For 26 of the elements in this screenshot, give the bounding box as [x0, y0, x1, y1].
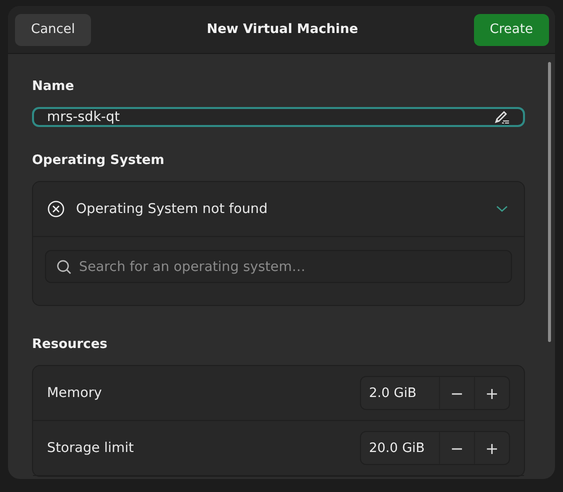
- create-button[interactable]: Create: [474, 14, 549, 46]
- search-field[interactable]: Search for an operating system…: [45, 250, 512, 283]
- placeholder-text: Search for an operating system…: [79, 258, 306, 274]
- resource-label: Memory: [47, 385, 102, 401]
- edit-icon: [494, 109, 510, 125]
- window-title: New Virtual Machine: [206, 22, 358, 37]
- decrement-button[interactable]: −: [439, 377, 474, 409]
- increment-button[interactable]: +: [474, 432, 509, 464]
- spin-button[interactable]: 2.0 GiB − +: [360, 376, 510, 410]
- section-heading: Operating System: [32, 153, 166, 168]
- name-field[interactable]: mrs-sdk-qt: [32, 107, 525, 127]
- spin-value: 2.0 GiB: [368, 384, 418, 402]
- decrement-button[interactable]: −: [439, 432, 474, 464]
- increment-button[interactable]: +: [474, 377, 509, 409]
- error-icon: [47, 200, 65, 218]
- os-row[interactable]: Operating System not found: [33, 182, 524, 237]
- spin-value: 20.0 GiB: [368, 440, 426, 458]
- spin-button[interactable]: 20.0 GiB − +: [360, 431, 510, 465]
- os-status: Operating System not found: [76, 201, 269, 217]
- field-value: mrs-sdk-qt: [47, 109, 121, 125]
- resource-label: Storage limit: [47, 440, 134, 456]
- cancel-button[interactable]: Cancel: [15, 14, 92, 46]
- section-heading: Name: [32, 79, 76, 94]
- search-icon: [56, 258, 72, 274]
- section-heading: Resources: [32, 337, 108, 352]
- scrollbar[interactable]: [548, 62, 551, 342]
